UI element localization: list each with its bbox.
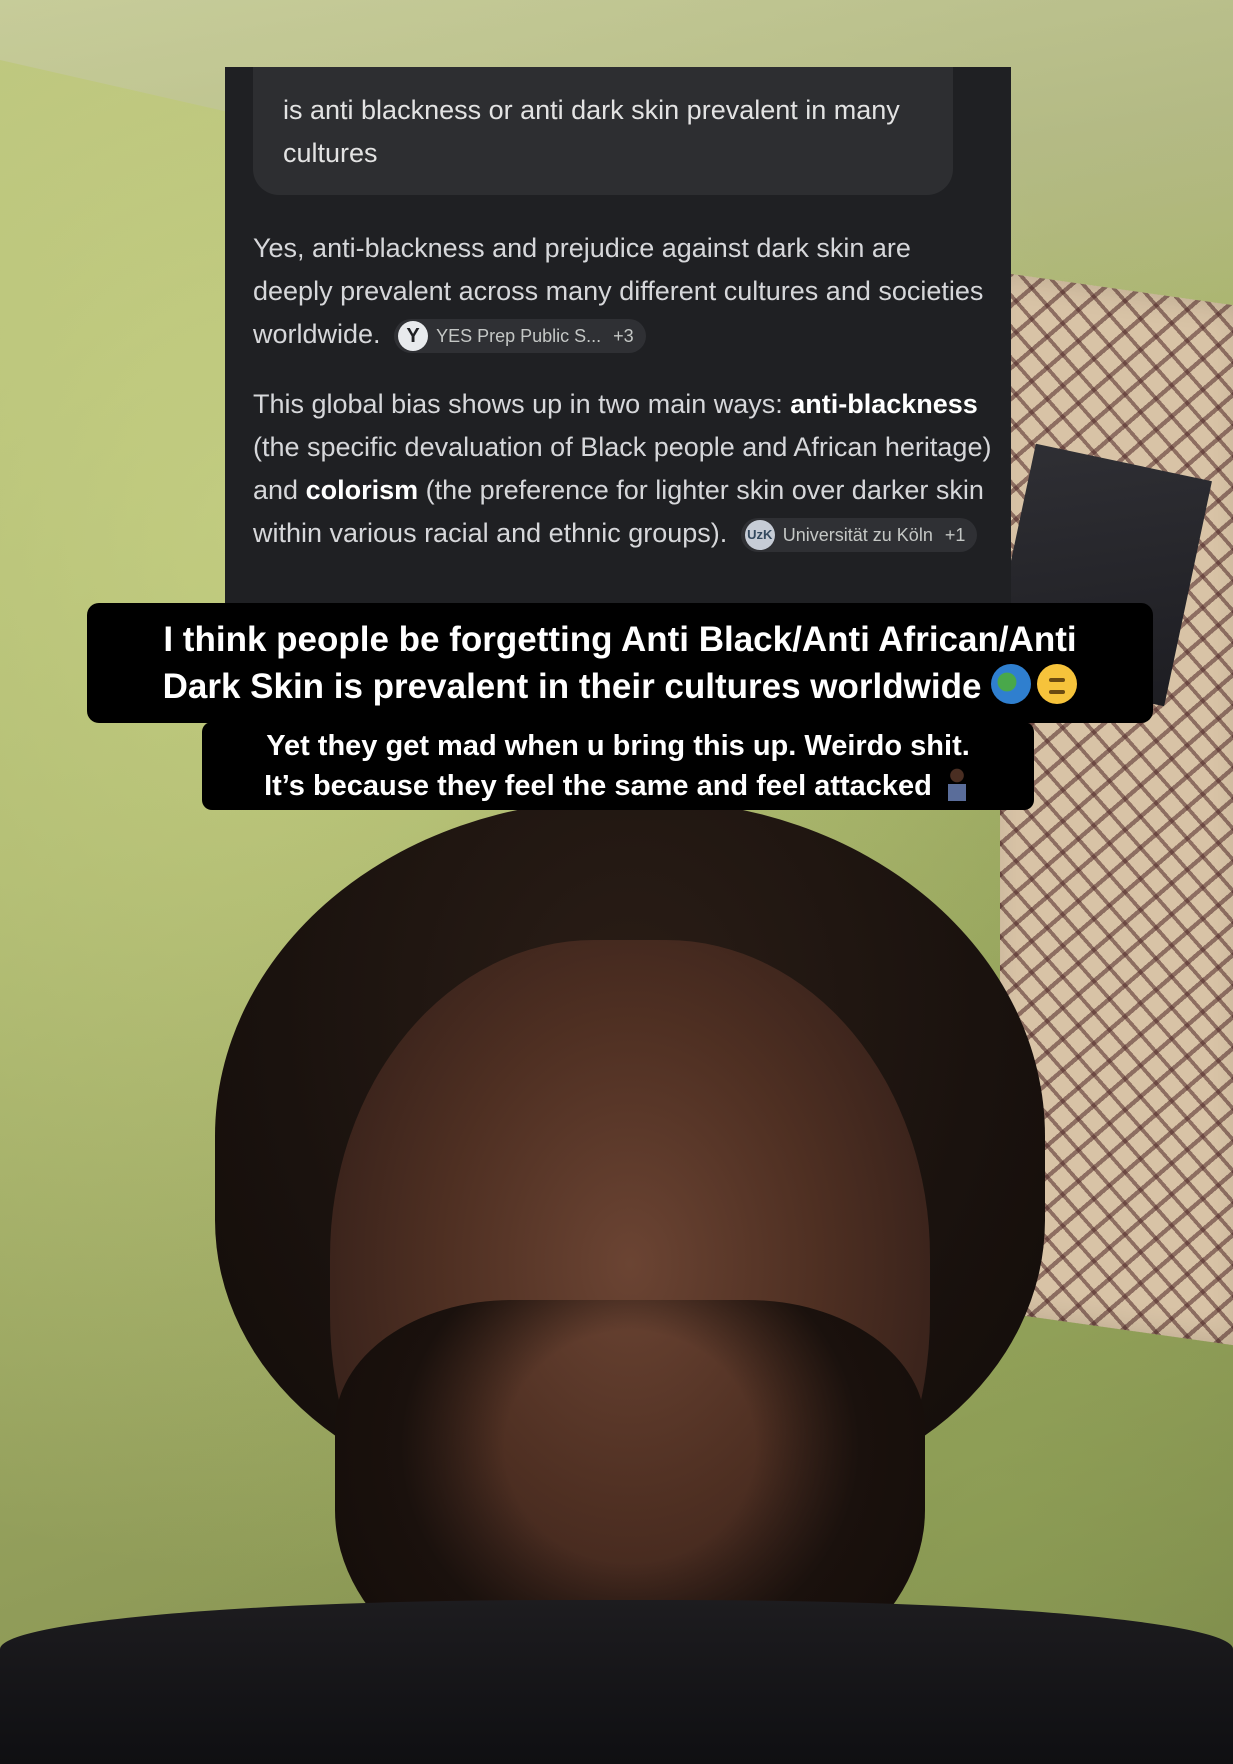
answer-paragraph-2: This global bias shows up in two main wa… — [253, 383, 993, 555]
globe-icon — [991, 664, 1032, 704]
answer-paragraph-1: Yes, anti-blackness and prejudice agains… — [253, 227, 993, 356]
person-shrugging-icon — [941, 767, 972, 801]
sub-caption-line-2-text: It’s because they feel the same and feel… — [264, 770, 932, 802]
sub-caption: Yet they get mad when u bring this up. W… — [202, 722, 1034, 810]
main-caption-line-2: Dark Skin is prevalent in their cultures… — [101, 663, 1139, 710]
source-chip-uni-koeln[interactable]: UzK Universität zu Köln +1 — [740, 517, 978, 552]
ai-answer: Yes, anti-blackness and prejudice agains… — [253, 227, 993, 582]
main-caption-line-1: I think people be forgetting Anti Black/… — [163, 620, 1077, 659]
term-colorism: colorism — [305, 475, 419, 505]
term-anti-blackness: anti-blackness — [790, 389, 978, 419]
source-chip-label: Universität zu Köln — [782, 524, 933, 545]
sub-caption-line-1: Yet they get mad when u bring this up. W… — [266, 730, 970, 762]
sub-caption-line-2: It’s because they feel the same and feel… — [212, 766, 1024, 806]
university-seal-icon: UzK — [744, 519, 775, 550]
user-query-bubble: is anti blackness or anti dark skin prev… — [253, 67, 953, 195]
ai-chat-screenshot: is anti blackness or anti dark skin prev… — [225, 67, 1011, 607]
thinking-face-icon — [1037, 664, 1078, 704]
main-caption: I think people be forgetting Anti Black/… — [87, 603, 1153, 723]
source-chip-yes-prep[interactable]: Y YES Prep Public S... +3 — [394, 318, 646, 353]
answer-p2-part-a: This global bias shows up in two main wa… — [253, 389, 791, 419]
main-caption-line-2-text: Dark Skin is prevalent in their cultures… — [162, 667, 982, 706]
source-chip-count: +3 — [613, 325, 634, 346]
source-chip-count: +1 — [944, 524, 966, 545]
user-query-text: is anti blackness or anti dark skin prev… — [283, 95, 900, 168]
person-shirt — [0, 1600, 1233, 1764]
source-chip-label: YES Prep Public S... — [436, 325, 602, 346]
y-logo-icon: Y — [398, 320, 429, 351]
